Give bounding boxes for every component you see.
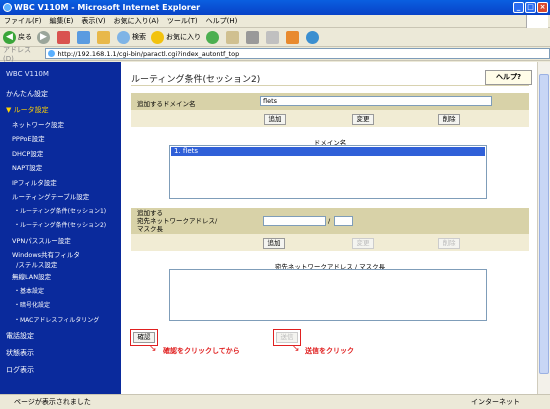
messenger-button[interactable] (306, 30, 321, 44)
menu-view[interactable]: 表示(V) (81, 16, 105, 26)
network-delete-button[interactable]: 削除 (438, 238, 460, 249)
back-arrow-icon: ◀ (3, 30, 16, 44)
sidebar-item-vpn-passthrough[interactable]: VPNパススルー設定 (0, 234, 121, 249)
ie-icon (3, 3, 12, 12)
domain-change-button[interactable]: 変更 (352, 114, 374, 125)
history-button[interactable] (206, 30, 221, 44)
mail-button[interactable] (226, 30, 241, 44)
menu-favorites[interactable]: お気に入り(A) (114, 16, 159, 26)
scroll-thumb[interactable] (539, 74, 549, 374)
sidebar-item-routing-session2[interactable]: ・ルーティング条件(セッション2) (0, 219, 121, 234)
internet-zone: インターネット (471, 398, 520, 406)
send-arrow-icon: ↘ (292, 344, 300, 354)
page-title: ルーティング条件(セッション2) (131, 75, 261, 85)
windows-logo-icon (526, 15, 548, 28)
address-label: アドレス(D) (3, 45, 31, 63)
favorites-button[interactable]: お気に入り (151, 30, 201, 44)
network-label: 追加する 宛先ネットワークアドレス/ マスク長 (137, 209, 218, 233)
edit-button[interactable] (266, 30, 281, 44)
menu-help[interactable]: ヘルプ(H) (206, 16, 238, 26)
domain-list-item[interactable]: 1. flets (171, 147, 485, 156)
sidebar-item-napt[interactable]: NAPT設定 (0, 161, 121, 176)
sidebar-item-wireless-encryption[interactable]: ・暗号化設定 (0, 299, 121, 314)
refresh-button[interactable] (77, 30, 92, 44)
page-header: ルーティング条件(セッション2) ヘルプ? (131, 68, 532, 86)
sidebar-item-wireless-lan[interactable]: 無線LAN設定 (0, 270, 121, 285)
sidebar-logo: WBC V110M (6, 70, 49, 78)
mail-icon (226, 30, 239, 44)
messenger-icon (306, 30, 319, 44)
status-bar: ページが表示されました インターネット (0, 394, 550, 409)
sidebar-item-routing-table[interactable]: ルーティングテーブル設定 (0, 190, 121, 205)
network-add-button[interactable]: 追加 (263, 238, 285, 249)
sidebar-item-dhcp[interactable]: DHCP設定 (0, 147, 121, 162)
home-button[interactable] (97, 30, 112, 44)
discuss-button[interactable] (286, 30, 301, 44)
back-button[interactable]: ◀ 戻る (3, 30, 32, 44)
address-bar: アドレス(D) http://192.168.1.1/cgi-bin/parac… (0, 45, 550, 63)
network-listbox[interactable] (169, 269, 487, 321)
sidebar-item-easy-setup[interactable]: かんたん設定 (0, 86, 121, 103)
close-icon[interactable]: × (537, 2, 548, 13)
print-icon (246, 30, 259, 44)
search-icon (117, 30, 130, 44)
network-address-input[interactable] (263, 216, 326, 226)
main-content: ルーティング条件(セッション2) ヘルプ? 追加するドメイン名 flets 追加… (121, 62, 537, 394)
vertical-scrollbar[interactable] (537, 62, 550, 394)
refresh-icon (77, 30, 90, 44)
sidebar-item-windows-share-filter[interactable]: Windows共有フィルタ /ステルス設定 (0, 248, 121, 270)
minimize-icon[interactable]: _ (513, 2, 524, 13)
confirm-arrow-icon: ↘ (149, 344, 157, 354)
send-note: 送信をクリック (305, 347, 354, 355)
sidebar-item-pppoe[interactable]: PPPoE設定 (0, 132, 121, 147)
toolbar: ◀ 戻る ▶ 検索 お気に入り (0, 28, 550, 47)
confirm-note: 確認をクリックしてから (163, 347, 240, 355)
sidebar-item-ip-filter[interactable]: IPフィルタ設定 (0, 176, 121, 191)
menu-edit[interactable]: 編集(E) (50, 16, 74, 26)
sidebar-item-network[interactable]: ネットワーク設定 (0, 118, 121, 133)
domain-add-button[interactable]: 追加 (264, 114, 286, 125)
home-icon (97, 30, 110, 44)
sidebar-item-log[interactable]: ログ表示 (0, 362, 121, 379)
stop-icon (57, 30, 70, 44)
slash-separator: / (328, 217, 331, 225)
network-buttons-row (131, 234, 529, 251)
network-change-button[interactable]: 変更 (352, 238, 374, 249)
menu-file[interactable]: ファイル(F) (4, 16, 42, 26)
help-button[interactable]: ヘルプ? (485, 70, 532, 85)
sidebar-item-mac-filter[interactable]: ・MACアドレスフィルタリング (0, 314, 121, 329)
domain-input[interactable]: flets (260, 96, 492, 106)
search-button[interactable]: 検索 (117, 30, 146, 44)
stop-button[interactable] (57, 30, 72, 44)
window-title-bar: WBC V110M - Microsoft Internet Explorer … (0, 0, 550, 15)
domain-delete-button[interactable]: 削除 (438, 114, 460, 125)
sidebar: WBC V110M かんたん設定 ▼ ルータ設定 ネットワーク設定 PPPoE設… (0, 62, 121, 394)
star-icon (151, 30, 164, 44)
forward-arrow-icon: ▶ (37, 30, 50, 44)
domain-buttons-row (131, 110, 529, 127)
print-button[interactable] (246, 30, 261, 44)
maximize-icon[interactable]: □ (525, 2, 536, 13)
menu-tools[interactable]: ツール(T) (167, 16, 198, 26)
domain-label: 追加するドメイン名 (137, 100, 196, 108)
sidebar-item-router-settings[interactable]: ▼ ルータ設定 (0, 103, 121, 118)
status-text: ページが表示されました (14, 398, 91, 406)
forward-button[interactable]: ▶ (37, 30, 52, 44)
mask-length-input[interactable] (334, 216, 353, 226)
address-input[interactable]: http://192.168.1.1/cgi-bin/paractl.cgi?i… (44, 48, 550, 59)
window-title: WBC V110M - Microsoft Internet Explorer (14, 3, 201, 12)
sidebar-item-wireless-basic[interactable]: ・基本設定 (0, 285, 121, 300)
sidebar-item-phone[interactable]: 電話設定 (0, 328, 121, 345)
sidebar-item-routing-session1[interactable]: ・ルーティング条件(セッション1) (0, 205, 121, 220)
sidebar-item-status[interactable]: 状態表示 (0, 345, 121, 362)
edit-icon (266, 30, 279, 44)
discuss-icon (286, 30, 299, 44)
history-icon (206, 30, 219, 44)
menu-bar: ファイル(F) 編集(E) 表示(V) お気に入り(A) ツール(T) ヘルプ(… (0, 15, 550, 28)
domain-listbox[interactable]: 1. flets (169, 145, 487, 199)
